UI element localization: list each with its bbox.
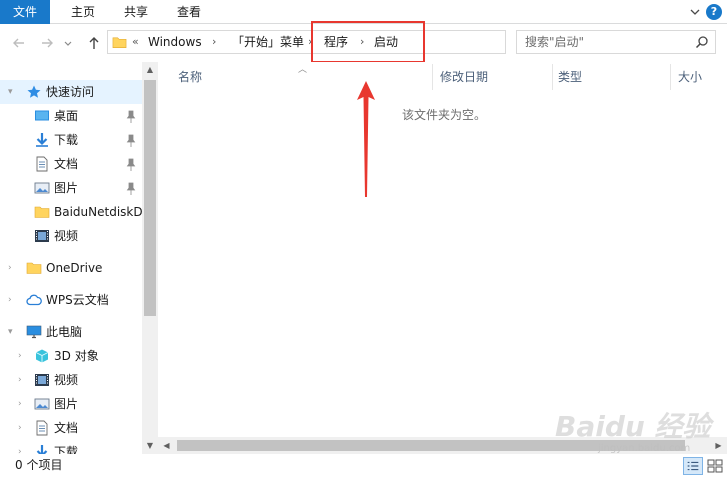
- nav-label: 此电脑: [46, 325, 83, 339]
- large-icons-view-icon[interactable]: [705, 457, 725, 475]
- download-arrow-icon: [36, 445, 48, 454]
- nav-label: BaiduNetdiskD: [54, 205, 143, 219]
- column-divider[interactable]: [552, 64, 553, 90]
- nav-scrollbar[interactable]: ▲ ▼: [142, 62, 158, 454]
- nav-label: OneDrive: [46, 261, 103, 275]
- back-arrow-icon[interactable]: [10, 34, 28, 52]
- expand-chevron-icon[interactable]: ›: [18, 368, 28, 392]
- expand-chevron-icon[interactable]: ▾: [8, 320, 18, 344]
- details-view-icon[interactable]: [683, 457, 703, 475]
- document-icon: [36, 156, 48, 172]
- breadcrumb-start-menu[interactable]: 「开始」菜单: [232, 31, 304, 53]
- tab-home[interactable]: 主页: [58, 0, 108, 24]
- nav-label: 桌面: [54, 109, 79, 123]
- scroll-down-icon[interactable]: ▼: [142, 438, 158, 454]
- search-icon[interactable]: [695, 35, 709, 49]
- breadcrumb-windows[interactable]: Windows: [148, 31, 202, 53]
- search-placeholder: 搜索"启动": [525, 35, 585, 49]
- column-header-name[interactable]: 名称: [178, 67, 202, 87]
- nav-label: 下载: [54, 133, 79, 147]
- column-divider[interactable]: [432, 64, 433, 90]
- folder-icon: [112, 37, 127, 48]
- annotation-arrow-icon: [357, 81, 375, 197]
- pin-icon[interactable]: [126, 158, 136, 172]
- download-arrow-icon: [36, 133, 48, 147]
- folder-icon: [34, 206, 50, 218]
- nav-label: 图片: [54, 181, 79, 195]
- expand-chevron-icon[interactable]: ›: [18, 416, 28, 440]
- breadcrumb-separator[interactable]: ›: [212, 31, 216, 53]
- tab-file[interactable]: 文件: [0, 0, 50, 24]
- empty-folder-message: 该文件夹为空。: [402, 108, 487, 122]
- nav-label: 视频: [54, 229, 79, 243]
- scrollbar-thumb[interactable]: [144, 80, 156, 316]
- column-header-modified[interactable]: 修改日期: [440, 67, 488, 87]
- sort-up-icon: ︿: [298, 65, 308, 75]
- watermark-logo: Baidu 经验: [555, 410, 711, 443]
- up-arrow-icon[interactable]: [85, 34, 103, 52]
- item-count: 0 个项目: [15, 458, 63, 472]
- nav-label: 快速访问: [46, 85, 95, 99]
- expand-chevron-icon[interactable]: ›: [18, 344, 28, 368]
- expand-chevron-icon[interactable]: ▾: [8, 80, 18, 104]
- watermark-url: jingyan.baidu.com: [598, 443, 691, 454]
- address-bar[interactable]: « Windows › 「开始」菜单 › 程序 › 启动: [107, 30, 603, 54]
- document-icon: [36, 420, 48, 436]
- video-icon: [35, 374, 49, 386]
- navigation-pane: ▾ 快速访问 桌面 下载 文档 图片 BaiduNetdiskD 视频 › On…: [0, 62, 158, 454]
- desktop-icon: [35, 110, 49, 121]
- expand-chevron-icon[interactable]: ›: [8, 288, 18, 312]
- nav-label: 图片: [54, 397, 79, 411]
- expand-chevron-icon[interactable]: ›: [8, 256, 18, 280]
- column-header-size[interactable]: 大小: [678, 67, 702, 87]
- search-input[interactable]: 搜索"启动": [516, 30, 716, 54]
- expand-chevron-icon[interactable]: ›: [18, 392, 28, 416]
- column-header-type[interactable]: 类型: [558, 67, 582, 87]
- file-list[interactable]: ︿ 名称 修改日期 类型 大小 该文件夹为空。: [158, 62, 727, 437]
- highlight-box: [311, 21, 425, 63]
- scroll-up-icon[interactable]: ▲: [142, 62, 158, 78]
- pin-icon[interactable]: [126, 182, 136, 196]
- nav-label: 视频: [54, 373, 79, 387]
- forward-arrow-icon[interactable]: [38, 34, 56, 52]
- cloud-icon: [26, 294, 42, 306]
- picture-icon: [34, 182, 50, 194]
- chevron-down-icon[interactable]: [687, 4, 703, 20]
- video-icon: [35, 230, 49, 242]
- scroll-right-icon[interactable]: ▶: [710, 437, 727, 454]
- star-icon: [27, 85, 41, 98]
- tab-share[interactable]: 共享: [110, 0, 162, 24]
- recent-dropdown-icon[interactable]: [62, 34, 74, 52]
- nav-label: 文档: [54, 421, 79, 435]
- nav-label: 下载: [54, 445, 79, 454]
- nav-label: 3D 对象: [54, 349, 99, 363]
- tab-view[interactable]: 查看: [164, 0, 214, 24]
- nav-label: WPS云文档: [46, 293, 109, 307]
- breadcrumb-overflow[interactable]: «: [132, 31, 139, 53]
- column-divider[interactable]: [670, 64, 671, 90]
- folder-icon: [26, 262, 42, 274]
- computer-icon: [26, 325, 42, 339]
- scroll-left-icon[interactable]: ◀: [158, 437, 175, 454]
- nav-label: 文档: [54, 157, 79, 171]
- pin-icon[interactable]: [126, 110, 136, 124]
- help-icon[interactable]: ?: [706, 4, 722, 20]
- pin-icon[interactable]: [126, 134, 136, 148]
- picture-icon: [34, 398, 50, 410]
- status-bar: 0 个项目: [0, 454, 727, 477]
- cube-icon: [35, 349, 49, 363]
- expand-chevron-icon[interactable]: ›: [18, 440, 28, 454]
